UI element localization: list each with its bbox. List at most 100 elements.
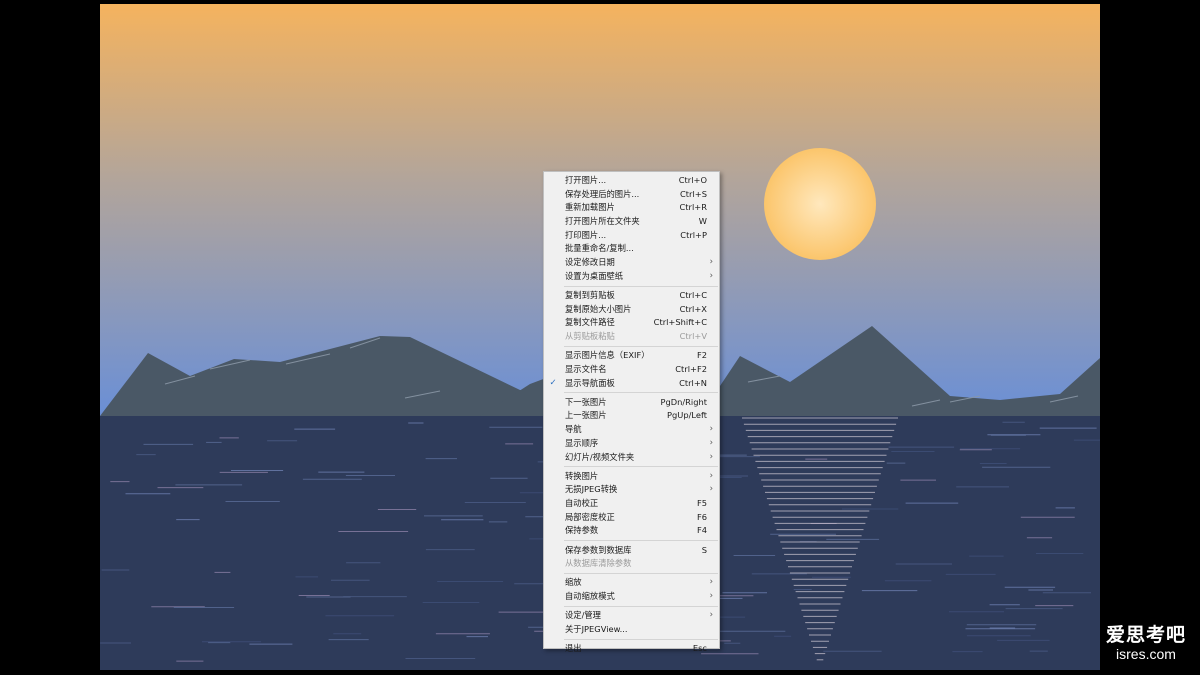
chevron-right-icon: › bbox=[709, 484, 713, 495]
menu-separator bbox=[564, 345, 718, 347]
menu-item[interactable]: 批量重命名/复制... bbox=[544, 242, 719, 256]
menu-item-label: 显示导航面板 bbox=[565, 377, 615, 388]
chevron-right-icon: › bbox=[709, 451, 713, 462]
menu-item-label: 保持参数 bbox=[565, 525, 599, 536]
menu-separator bbox=[564, 540, 718, 542]
menu-item[interactable]: 保持参数 F4 bbox=[544, 524, 719, 538]
menu-item-label: 复制文件路径 bbox=[565, 317, 615, 328]
chevron-right-icon: › bbox=[709, 257, 713, 268]
menu-item-label: 打开图片所在文件夹 bbox=[565, 216, 640, 227]
menu-item-shortcut: Ctrl+X bbox=[679, 303, 707, 314]
chevron-right-icon: › bbox=[709, 610, 713, 621]
menu-item-label: 幻灯片/视频文件夹 bbox=[565, 451, 635, 462]
menu-item[interactable]: 保存处理后的图片... Ctrl+S bbox=[544, 188, 719, 202]
sun bbox=[764, 148, 876, 260]
menu-item[interactable]: 缩放 › bbox=[544, 576, 719, 590]
menu-item-label: 上一张图片 bbox=[565, 410, 607, 421]
menu-item-label: 重新加载图片 bbox=[565, 202, 615, 213]
menu-item[interactable]: 幻灯片/视频文件夹 › bbox=[544, 451, 719, 465]
menu-item-label: 自动校正 bbox=[565, 498, 599, 509]
menu-item-label: 设定/管理 bbox=[565, 610, 601, 621]
menu-item[interactable]: 设定修改日期 › bbox=[544, 256, 719, 270]
menu-item-label: 退出 bbox=[565, 643, 582, 654]
menu-item[interactable]: 下一张图片 PgDn/Right bbox=[544, 396, 719, 410]
menu-separator bbox=[564, 392, 718, 394]
chevron-right-icon: › bbox=[709, 424, 713, 435]
menu-item-label: 显示文件名 bbox=[565, 363, 607, 374]
menu-item[interactable]: 显示文件名 Ctrl+F2 bbox=[544, 363, 719, 377]
menu-item-label: 打印图片... bbox=[565, 229, 607, 240]
menu-item-shortcut: F2 bbox=[696, 350, 707, 361]
menu-item-label: 从剪贴板粘贴 bbox=[565, 331, 615, 342]
chevron-right-icon: › bbox=[709, 270, 713, 281]
menu-item-shortcut: F6 bbox=[696, 511, 707, 522]
menu-item-label: 设置为桌面壁纸 bbox=[565, 270, 624, 281]
menu-item-shortcut: PgUp/Left bbox=[666, 410, 707, 421]
chevron-right-icon: › bbox=[709, 470, 713, 481]
chevron-right-icon: › bbox=[709, 591, 713, 602]
menu-item[interactable]: 设定/管理 › bbox=[544, 609, 719, 623]
checkmark-icon: ✓ bbox=[549, 377, 557, 388]
menu-item[interactable]: 自动校正 F5 bbox=[544, 497, 719, 511]
chevron-right-icon: › bbox=[709, 577, 713, 588]
chevron-right-icon: › bbox=[709, 437, 713, 448]
menu-item-shortcut: PgDn/Right bbox=[660, 396, 707, 407]
menu-item-shortcut: Ctrl+C bbox=[679, 289, 707, 300]
menu-item[interactable]: 无损JPEG转换 › bbox=[544, 483, 719, 497]
menu-item-label: 无损JPEG转换 bbox=[565, 484, 618, 495]
menu-item-label: 保存参数到数据库 bbox=[565, 544, 632, 555]
watermark-url: isres.com bbox=[1116, 646, 1176, 662]
menu-item[interactable]: 设置为桌面壁纸 › bbox=[544, 270, 719, 284]
menu-item-label: 自动缩放模式 bbox=[565, 591, 615, 602]
menu-separator bbox=[564, 606, 718, 608]
menu-item[interactable]: ✓ 显示导航面板 Ctrl+N bbox=[544, 377, 719, 391]
menu-item: 从数据库清除参数 bbox=[544, 557, 719, 571]
menu-item-label: 复制原始大小图片 bbox=[565, 303, 632, 314]
menu-item-shortcut: Ctrl+V bbox=[679, 331, 707, 342]
menu-item-shortcut: S bbox=[701, 544, 707, 555]
menu-separator bbox=[564, 638, 718, 640]
menu-item[interactable]: 局部密度校正 F6 bbox=[544, 511, 719, 525]
menu-item[interactable]: 显示顺序 › bbox=[544, 437, 719, 451]
menu-item[interactable]: 显示图片信息（EXIF） F2 bbox=[544, 349, 719, 363]
menu-item-shortcut: Ctrl+O bbox=[678, 175, 707, 185]
menu-separator bbox=[564, 466, 718, 468]
menu-item-label: 保存处理后的图片... bbox=[565, 188, 640, 199]
menu-item-label: 转换图片 bbox=[565, 470, 599, 481]
menu-item-label: 显示图片信息（EXIF） bbox=[565, 350, 650, 361]
menu-item-shortcut: F4 bbox=[696, 525, 707, 536]
menu-item-label: 复制到剪贴板 bbox=[565, 289, 615, 300]
menu-item-shortcut: Esc bbox=[692, 643, 707, 654]
menu-item-label: 下一张图片 bbox=[565, 396, 607, 407]
menu-item-shortcut: W bbox=[698, 216, 707, 227]
menu-item[interactable]: 保存参数到数据库 S bbox=[544, 544, 719, 558]
menu-item[interactable]: 转换图片 › bbox=[544, 470, 719, 484]
menu-item[interactable]: 导航 › bbox=[544, 423, 719, 437]
menu-item-label: 批量重命名/复制... bbox=[565, 243, 634, 254]
menu-item[interactable]: 打开图片... Ctrl+O bbox=[544, 174, 719, 188]
menu-item-label: 设定修改日期 bbox=[565, 257, 615, 268]
menu-item[interactable]: 自动缩放模式 › bbox=[544, 590, 719, 604]
menu-item-shortcut: Ctrl+F2 bbox=[675, 363, 707, 374]
menu-item-shortcut: Ctrl+P bbox=[680, 229, 707, 240]
menu-item[interactable]: 关于JPEGView... bbox=[544, 623, 719, 637]
menu-item-label: 局部密度校正 bbox=[565, 511, 615, 522]
menu-item-label: 打开图片... bbox=[565, 175, 607, 185]
menu-item[interactable]: 复制原始大小图片 Ctrl+X bbox=[544, 303, 719, 317]
menu-item[interactable]: 打印图片... Ctrl+P bbox=[544, 229, 719, 243]
menu-item[interactable]: 退出 Esc bbox=[544, 642, 719, 656]
menu-separator bbox=[564, 285, 718, 287]
menu-item-label: 关于JPEGView... bbox=[565, 624, 628, 635]
menu-item: 从剪贴板粘贴 Ctrl+V bbox=[544, 330, 719, 344]
menu-item[interactable]: 复制到剪贴板 Ctrl+C bbox=[544, 289, 719, 303]
menu-item-label: 从数据库清除参数 bbox=[565, 558, 632, 569]
menu-item[interactable]: 重新加载图片 Ctrl+R bbox=[544, 201, 719, 215]
menu-item-shortcut: F5 bbox=[696, 498, 707, 509]
menu-item[interactable]: 打开图片所在文件夹 W bbox=[544, 215, 719, 229]
context-menu: 打开图片... Ctrl+O 保存处理后的图片... Ctrl+S 重新加载图片 Ctrl… bbox=[543, 171, 720, 653]
watermark: 爱思考吧 isres.com bbox=[1106, 624, 1186, 662]
menu-item[interactable]: 上一张图片 PgUp/Left bbox=[544, 409, 719, 423]
menu-item-shortcut: Ctrl+Shift+C bbox=[653, 317, 707, 328]
menu-item-shortcut: Ctrl+N bbox=[679, 377, 707, 388]
menu-item[interactable]: 复制文件路径 Ctrl+Shift+C bbox=[544, 316, 719, 330]
